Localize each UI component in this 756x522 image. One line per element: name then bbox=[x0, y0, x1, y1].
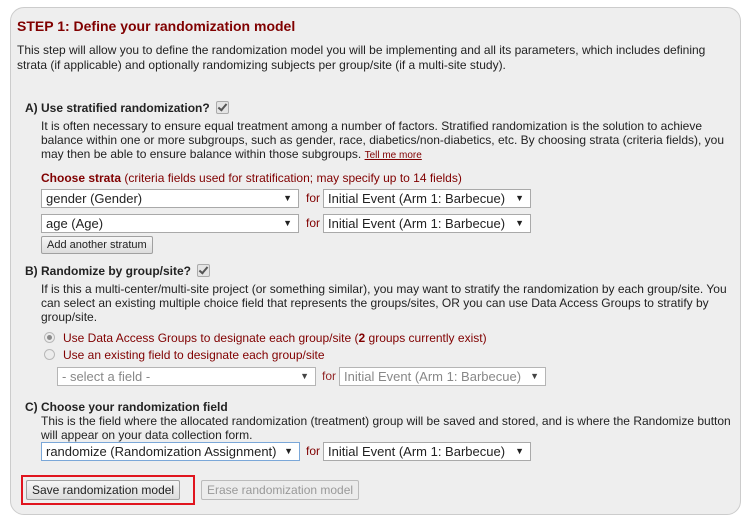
section-c-description: This is the field where the allocated ra… bbox=[41, 414, 731, 442]
section-a-description: It is often necessary to ensure equal tr… bbox=[41, 119, 731, 163]
stratum-1-field-value: gender (Gender) bbox=[46, 191, 143, 206]
dag-radio[interactable] bbox=[44, 332, 55, 343]
strata-hint: (criteria fields used for stratification… bbox=[124, 171, 462, 185]
dag-option-suffix: groups currently exist) bbox=[365, 331, 487, 345]
randomization-field-select[interactable]: randomize (Randomization Assignment) ▼ bbox=[41, 442, 300, 461]
dag-option-label: Use Data Access Groups to designate each… bbox=[63, 331, 487, 345]
section-a-heading: A) Use stratified randomization? bbox=[25, 101, 229, 115]
page-title: STEP 1: Define your randomization model bbox=[17, 18, 296, 34]
chevron-down-icon: ▼ bbox=[283, 218, 292, 228]
chevron-down-icon: ▼ bbox=[515, 193, 524, 203]
stratum-1-event-value: Initial Event (Arm 1: Barbecue) bbox=[328, 191, 506, 206]
chevron-down-icon: ▼ bbox=[515, 218, 524, 228]
chevron-down-icon: ▼ bbox=[515, 446, 524, 456]
section-b-description: If is this a multi-center/multi-site pro… bbox=[41, 282, 727, 324]
choose-strata-label: Choose strata bbox=[41, 171, 122, 185]
chevron-down-icon: ▼ bbox=[300, 371, 309, 381]
group-site-checkbox[interactable] bbox=[197, 264, 211, 277]
stratum-1-for-label: for bbox=[306, 191, 321, 205]
stratified-checkbox[interactable] bbox=[215, 101, 229, 114]
step-intro: This step will allow you to define the r… bbox=[17, 43, 706, 72]
group-field-value: - select a field - bbox=[62, 369, 151, 384]
stratum-2-field-value: age (Age) bbox=[46, 216, 104, 231]
chevron-down-icon: ▼ bbox=[283, 193, 292, 203]
section-b-heading: B) Randomize by group/site? bbox=[25, 264, 211, 278]
randomization-event-select[interactable]: Initial Event (Arm 1: Barbecue) ▼ bbox=[323, 442, 531, 461]
group-for-label: for bbox=[322, 369, 337, 383]
erase-randomization-model-button[interactable]: Erase randomization model bbox=[201, 480, 360, 500]
randomization-field-value: randomize (Randomization Assignment) bbox=[46, 444, 277, 459]
section-a-title: A) Use stratified randomization? bbox=[25, 101, 210, 115]
section-b-title: B) Randomize by group/site? bbox=[25, 264, 192, 278]
stratum-1-event-select[interactable]: Initial Event (Arm 1: Barbecue) ▼ bbox=[323, 189, 531, 208]
stratum-2-event-select[interactable]: Initial Event (Arm 1: Barbecue) ▼ bbox=[323, 214, 531, 233]
existing-field-option-label: Use an existing field to designate each … bbox=[63, 348, 325, 362]
chevron-down-icon: ▼ bbox=[284, 446, 293, 456]
section-c-heading: C) Choose your randomization field bbox=[25, 400, 228, 414]
randomization-event-value: Initial Event (Arm 1: Barbecue) bbox=[328, 444, 506, 459]
stratum-2-event-value: Initial Event (Arm 1: Barbecue) bbox=[328, 216, 506, 231]
group-event-value: Initial Event (Arm 1: Barbecue) bbox=[344, 369, 522, 384]
chevron-down-icon: ▼ bbox=[530, 371, 539, 381]
stratum-2-field-select[interactable]: age (Age) ▼ bbox=[41, 214, 299, 233]
group-event-select[interactable]: Initial Event (Arm 1: Barbecue) ▼ bbox=[339, 367, 546, 386]
stratum-1-field-select[interactable]: gender (Gender) ▼ bbox=[41, 189, 299, 208]
dag-option-prefix: Use Data Access Groups to designate each… bbox=[63, 331, 359, 345]
strata-label: Choose strata (criteria fields used for … bbox=[41, 171, 462, 185]
add-stratum-button[interactable]: Add another stratum bbox=[41, 236, 153, 254]
randomization-for-label: for bbox=[306, 444, 321, 458]
save-randomization-model-button[interactable]: Save randomization model bbox=[26, 480, 181, 500]
stratum-2-for-label: for bbox=[306, 216, 321, 230]
group-field-select[interactable]: - select a field - ▼ bbox=[57, 367, 316, 386]
tell-me-more-link[interactable]: Tell me more bbox=[365, 150, 422, 161]
existing-field-radio[interactable] bbox=[44, 349, 55, 360]
